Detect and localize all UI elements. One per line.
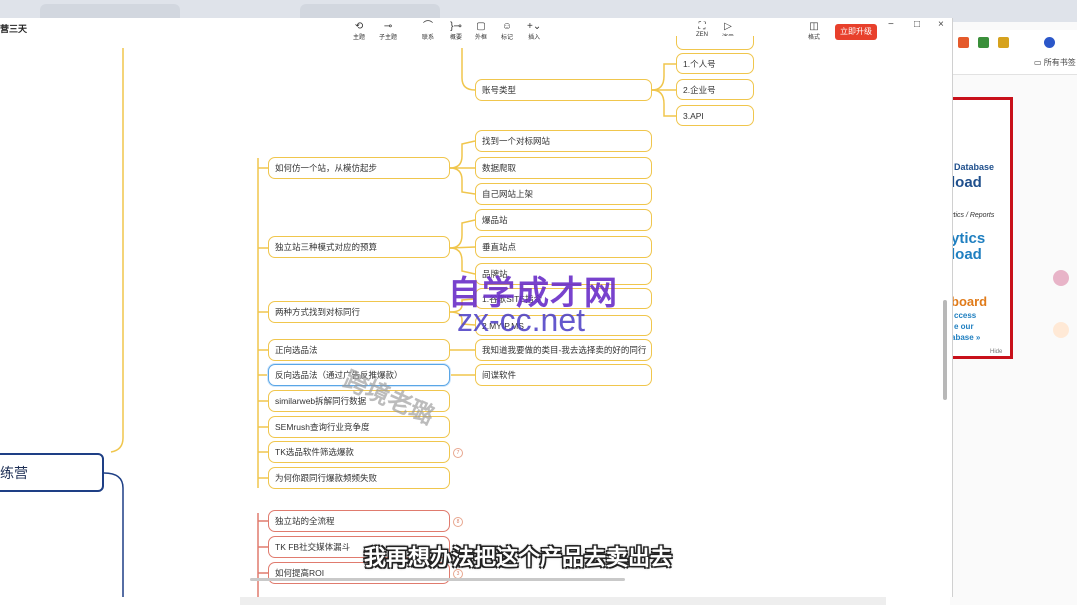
node-data-scrape[interactable]: 数据爬取 [475,157,652,179]
node-count-badge[interactable]: 7 [453,448,463,458]
video-subtitle: 我再想办法把这个产品去卖出去 [364,545,673,570]
ad-text: load [951,174,982,191]
ad-text: ccess [954,311,977,320]
central-topic[interactable]: 练营 [0,453,104,492]
node-enterprise[interactable]: 2.企业号 [676,79,754,100]
node-count-badge[interactable]: 8 [453,517,463,527]
node-forward-selection[interactable]: 正向选品法 [268,339,450,361]
ad-text: abase » [951,333,981,342]
assistant-icon[interactable] [1053,270,1069,286]
node-three-modes[interactable]: 独立站三种模式对应的预算 [268,236,450,258]
node-account-type[interactable]: 账号类型 [475,79,652,101]
browser-toolbar [950,30,1077,75]
bookmarks-folder[interactable]: ▭ 所有书签 [1034,57,1076,68]
ad-text: load [951,246,982,263]
node-find-benchmark[interactable]: 找到一个对标网站 [475,130,652,152]
extension-icon[interactable] [978,37,989,48]
node-vertical-site[interactable]: 垂直站点 [475,236,652,258]
ad-text: e our [954,322,974,331]
node-spy-software[interactable]: 间谍软件 [475,364,652,386]
node-hot-site[interactable]: 爆品站 [475,209,652,231]
node-two-ways[interactable]: 两种方式找到对标同行 [268,301,450,323]
translate-icon[interactable] [1053,322,1069,338]
node-know-category[interactable]: 我知道我要做的类目-我去选择卖的好的同行 [475,339,652,361]
ad-text: board [951,294,988,309]
node-own-site[interactable]: 自己网站上架 [475,183,652,205]
ad-hide-link[interactable]: Hide [990,349,1002,355]
extension-icon[interactable] [958,37,969,48]
vertical-scrollbar[interactable] [943,300,947,400]
node-tk-tool[interactable]: TK选品软件筛选爆款 [268,441,450,463]
ad-text: ytics [951,230,986,247]
ad-banner[interactable]: Database load ytics / Reports ytics load… [950,97,1013,359]
horizontal-scrollbar[interactable] [250,578,625,581]
node-why-fail[interactable]: 为何你跟同行爆款频频失败 [268,467,450,489]
background-table-row [240,597,886,605]
node-api[interactable]: 3.API [676,105,754,126]
extension-icon[interactable] [998,37,1009,48]
node-clone-site[interactable]: 如何仿一个站，从模仿起步 [268,157,450,179]
ad-text: Database [954,162,995,172]
node-personal[interactable]: 1.个人号 [676,53,754,74]
node-full-process[interactable]: 独立站的全流程 [268,510,450,532]
mindmap-node[interactable] [676,36,754,50]
profile-avatar[interactable] [1044,37,1055,48]
watermark-url: zx-cc.net [457,302,586,338]
ad-text: ytics / Reports [950,212,995,219]
